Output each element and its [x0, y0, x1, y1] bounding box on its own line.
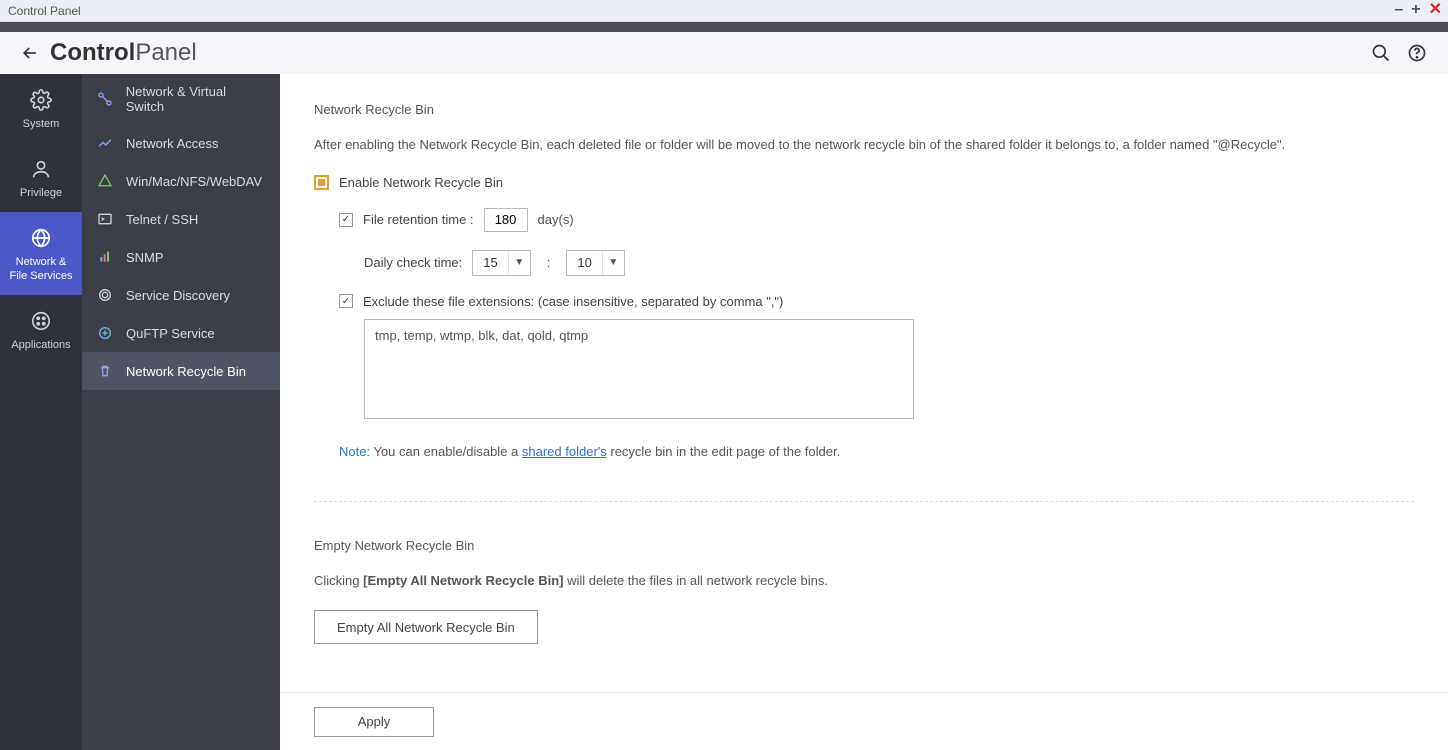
rail-item-network-file-services[interactable]: Network & File Services [0, 212, 82, 294]
rail-item-privilege[interactable]: Privilege [0, 143, 82, 212]
chevron-down-icon: ▼ [602, 251, 624, 275]
rail-item-system[interactable]: System [0, 74, 82, 143]
exclude-extensions-textarea[interactable] [364, 319, 914, 419]
subnav-item-network-virtual-switch[interactable]: Network & Virtual Switch [82, 74, 280, 124]
file-retention-label: File retention time : [363, 212, 474, 227]
file-retention-input[interactable] [484, 208, 528, 232]
note-text: Note: You can enable/disable a shared fo… [339, 444, 1414, 459]
gear-icon [29, 88, 53, 112]
daily-check-hour-select[interactable]: 15 ▼ [472, 250, 530, 276]
subnav-item-telnet-ssh[interactable]: Telnet / SSH [82, 200, 280, 238]
globe-icon [29, 226, 53, 250]
daily-check-minute-select[interactable]: 10 ▼ [566, 250, 624, 276]
daily-check-label: Daily check time: [364, 255, 462, 270]
section-desc-recycle-bin: After enabling the Network Recycle Bin, … [314, 135, 1414, 155]
protocols-icon [96, 172, 114, 190]
category-rail: System Privilege Network & File Services… [0, 74, 82, 750]
section-desc-empty: Clicking [Empty All Network Recycle Bin]… [314, 571, 1414, 591]
rail-item-applications[interactable]: Applications [0, 295, 82, 364]
enable-recycle-bin-label: Enable Network Recycle Bin [339, 175, 503, 190]
section-title-empty: Empty Network Recycle Bin [314, 538, 1414, 553]
subnav-item-snmp[interactable]: SNMP [82, 238, 280, 276]
apps-icon [29, 309, 53, 333]
subnav-item-quftp-service[interactable]: QuFTP Service [82, 314, 280, 352]
app-title: ControlPanel [50, 39, 197, 67]
exclude-extensions-label: Exclude these file extensions: (case ins… [363, 294, 783, 309]
titlebar-separator [0, 22, 1448, 32]
window-close-icon[interactable]: ✕ [1429, 2, 1442, 18]
apply-button[interactable]: Apply [314, 707, 434, 737]
window-title: Control Panel [8, 4, 81, 18]
subnav-item-network-recycle-bin[interactable]: Network Recycle Bin [82, 352, 280, 390]
file-retention-checkbox[interactable] [339, 213, 353, 227]
section-title-recycle-bin: Network Recycle Bin [314, 102, 1414, 117]
snmp-icon [96, 248, 114, 266]
chevron-down-icon: ▼ [508, 251, 530, 275]
exclude-extensions-checkbox[interactable] [339, 294, 353, 308]
subnav-item-service-discovery[interactable]: Service Discovery [82, 276, 280, 314]
enable-recycle-bin-checkbox[interactable] [314, 175, 329, 190]
content-area: Network Recycle Bin After enabling the N… [280, 74, 1448, 750]
user-icon [29, 157, 53, 181]
subnav-item-win-mac-nfs-webdav[interactable]: Win/Mac/NFS/WebDAV [82, 162, 280, 200]
subnav: Network & Virtual Switch Network Access … [82, 74, 280, 750]
window-minimize-icon[interactable]: – [1394, 2, 1403, 18]
back-button[interactable] [18, 41, 42, 65]
section-divider [314, 501, 1414, 502]
window-maximize-icon[interactable]: + [1411, 2, 1420, 18]
footer-bar: Apply [280, 692, 1448, 750]
shared-folder-link[interactable]: shared folder's [522, 444, 607, 459]
empty-all-button[interactable]: Empty All Network Recycle Bin [314, 610, 538, 644]
search-icon[interactable] [1368, 40, 1394, 66]
window-titlebar: Control Panel – + ✕ [0, 0, 1448, 22]
radar-icon [96, 286, 114, 304]
app-header: ControlPanel [0, 32, 1448, 74]
ftp-icon [96, 324, 114, 342]
terminal-icon [96, 210, 114, 228]
recycle-bin-icon [96, 362, 114, 380]
file-retention-unit: day(s) [538, 212, 574, 227]
subnav-item-network-access[interactable]: Network Access [82, 124, 280, 162]
network-access-icon [96, 134, 114, 152]
help-icon[interactable] [1404, 40, 1430, 66]
network-switch-icon [96, 90, 114, 108]
